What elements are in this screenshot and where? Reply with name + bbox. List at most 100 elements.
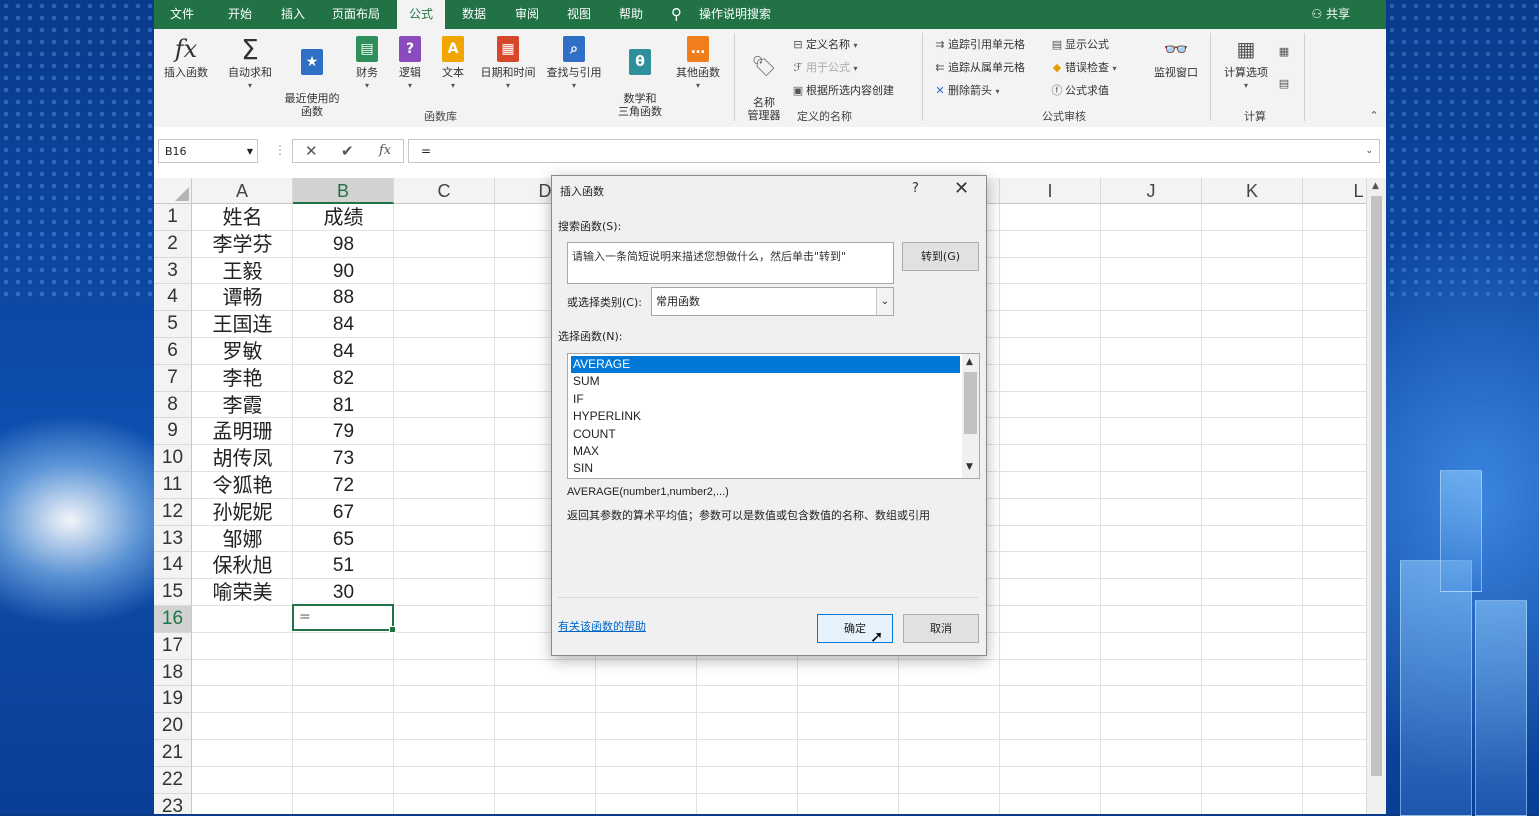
trace-dependents-button[interactable]: ⇇ 追踪从属单元格: [932, 59, 1025, 77]
tell-me-search[interactable]: 操作说明搜索: [699, 0, 771, 29]
row-header-8[interactable]: 8: [154, 391, 192, 419]
scroll-up-arrow-icon[interactable]: ▲: [966, 357, 973, 367]
row-header-13[interactable]: 13: [154, 525, 192, 553]
cell-a2[interactable]: 李学芬: [192, 231, 293, 257]
cell-a7[interactable]: 李艳: [192, 365, 293, 391]
autosum-button[interactable]: Σ 自动求和 ▾: [224, 35, 276, 92]
active-cell-b16[interactable]: =: [292, 604, 396, 633]
select-all-corner[interactable]: [154, 178, 192, 204]
cell-b7[interactable]: 82: [293, 365, 394, 391]
insert-function-button[interactable]: fx 插入函数: [160, 35, 212, 80]
remove-arrows-button[interactable]: ✕ 删除箭头 ▾: [932, 82, 999, 100]
logical-button[interactable]: ? 逻辑 ▾: [394, 35, 426, 92]
scrollbar-thumb[interactable]: [1371, 196, 1382, 776]
cell-a8[interactable]: 李霞: [192, 392, 293, 418]
cell-b1[interactable]: 成绩: [293, 204, 394, 230]
lookup-reference-button[interactable]: ⌕ 查找与引用 ▾: [542, 35, 606, 92]
dialog-close-icon[interactable]: ✕: [954, 178, 969, 199]
column-header-c[interactable]: C: [394, 178, 495, 204]
function-item-hyperlink[interactable]: HYPERLINK: [571, 408, 960, 425]
row-header-4[interactable]: 4: [154, 284, 192, 312]
row-header-14[interactable]: 14: [154, 552, 192, 580]
cell-b13[interactable]: 65: [293, 526, 394, 552]
cell-b15[interactable]: 30: [293, 579, 394, 605]
function-item-if[interactable]: IF: [571, 391, 960, 408]
cell-b14[interactable]: 51: [293, 552, 394, 578]
math-trig-button[interactable]: θ 数学和 三角函数: [608, 35, 672, 131]
cell-b10[interactable]: 73: [293, 445, 394, 471]
evaluate-formula-button[interactable]: ⓕ 公式求值: [1049, 82, 1110, 100]
financial-button[interactable]: ▤ 财务 ▾: [350, 35, 384, 92]
tab-help[interactable]: 帮助: [617, 0, 645, 29]
row-header-18[interactable]: 18: [154, 659, 192, 687]
row-header-12[interactable]: 12: [154, 498, 192, 526]
row-header-3[interactable]: 3: [154, 257, 192, 285]
function-item-max[interactable]: MAX: [571, 443, 960, 460]
row-header-10[interactable]: 10: [154, 445, 192, 472]
function-list-scrollbar[interactable]: ▲ ▼: [962, 354, 979, 478]
cell-b9[interactable]: 79: [293, 418, 394, 444]
text-button[interactable]: A 文本 ▾: [437, 35, 469, 92]
row-header-16[interactable]: 16: [154, 606, 192, 633]
calculation-options-button[interactable]: ▦ 计算选项 ▾: [1218, 35, 1274, 92]
cell-b11[interactable]: 72: [293, 472, 394, 498]
row-header-9[interactable]: 9: [154, 418, 192, 446]
go-button[interactable]: 转到(G): [902, 242, 979, 271]
column-header-k[interactable]: K: [1202, 178, 1303, 204]
cancel-x-icon[interactable]: ✕: [305, 142, 318, 160]
cell-b12[interactable]: 67: [293, 499, 394, 525]
function-item-count[interactable]: COUNT: [571, 426, 960, 443]
function-list-scroll-thumb[interactable]: [964, 372, 977, 434]
share-button[interactable]: ⚇ 共享: [1311, 0, 1350, 29]
enter-check-icon[interactable]: ✔: [341, 142, 354, 160]
column-header-j[interactable]: J: [1101, 178, 1202, 204]
function-item-average[interactable]: AVERAGE: [570, 355, 961, 374]
cell-a9[interactable]: 孟明珊: [192, 418, 293, 444]
cell-a11[interactable]: 令狐艳: [192, 472, 293, 498]
function-item-sin[interactable]: SIN: [571, 460, 960, 477]
column-header-a[interactable]: A: [192, 178, 293, 204]
cell-a13[interactable]: 邹娜: [192, 526, 293, 552]
expand-formula-chevron-icon[interactable]: ⌄: [1365, 140, 1373, 162]
row-header-17[interactable]: 17: [154, 632, 192, 660]
cell-b4[interactable]: 88: [293, 284, 394, 310]
scroll-down-arrow-icon[interactable]: ▼: [966, 462, 973, 472]
tab-view[interactable]: 视图: [565, 0, 593, 29]
more-functions-button[interactable]: … 其他函数 ▾: [672, 35, 724, 92]
column-header-i[interactable]: I: [1000, 178, 1101, 204]
cell-a12[interactable]: 孙妮妮: [192, 499, 293, 525]
collapse-ribbon-button[interactable]: ⌃: [1366, 107, 1382, 125]
function-item-sum[interactable]: SUM: [571, 373, 960, 390]
name-manager-button[interactable]: 🏷 名称 管理器: [742, 39, 786, 135]
row-header-11[interactable]: 11: [154, 472, 192, 499]
cell-a5[interactable]: 王国连: [192, 311, 293, 337]
define-name-button[interactable]: ⊟ 定义名称 ▾: [790, 36, 857, 54]
cell-b2[interactable]: 98: [293, 231, 394, 257]
row-header-19[interactable]: 19: [154, 686, 192, 714]
show-formulas-button[interactable]: ▤ 显示公式: [1049, 36, 1109, 54]
calculate-now-button[interactable]: ▦: [1276, 43, 1292, 61]
name-box[interactable]: B16 ▼: [158, 139, 258, 163]
cell-a15[interactable]: 喻荣美: [192, 579, 293, 605]
cancel-button[interactable]: 取消: [903, 614, 979, 643]
row-header-2[interactable]: 2: [154, 230, 192, 258]
function-list[interactable]: AVERAGE SUM IF HYPERLINK COUNT MAX SIN ▲ ▼: [567, 353, 980, 479]
tab-insert[interactable]: 插入: [279, 0, 307, 29]
trace-precedents-button[interactable]: ⇉ 追踪引用单元格: [932, 36, 1025, 54]
cell-a3[interactable]: 王毅: [192, 258, 293, 284]
function-help-link[interactable]: 有关该函数的帮助: [558, 618, 646, 634]
create-from-selection-button[interactable]: ▣ 根据所选内容创建: [790, 82, 894, 100]
row-header-15[interactable]: 15: [154, 579, 192, 606]
scroll-up-arrow-icon[interactable]: ▲: [1372, 181, 1379, 191]
row-header-21[interactable]: 21: [154, 740, 192, 767]
insert-function-fx-icon[interactable]: fx: [379, 143, 391, 158]
row-header-6[interactable]: 6: [154, 338, 192, 365]
fill-handle[interactable]: [389, 626, 396, 633]
cell-b8[interactable]: 81: [293, 392, 394, 418]
date-time-button[interactable]: ▦ 日期和时间 ▾: [476, 35, 540, 92]
recently-used-button[interactable]: ★ 最近使用的 函数: [280, 35, 344, 131]
column-header-b[interactable]: B: [293, 178, 394, 204]
cell-b3[interactable]: 90: [293, 258, 394, 284]
tab-page-layout[interactable]: 页面布局: [330, 0, 382, 29]
cell-a6[interactable]: 罗敏: [192, 338, 293, 364]
